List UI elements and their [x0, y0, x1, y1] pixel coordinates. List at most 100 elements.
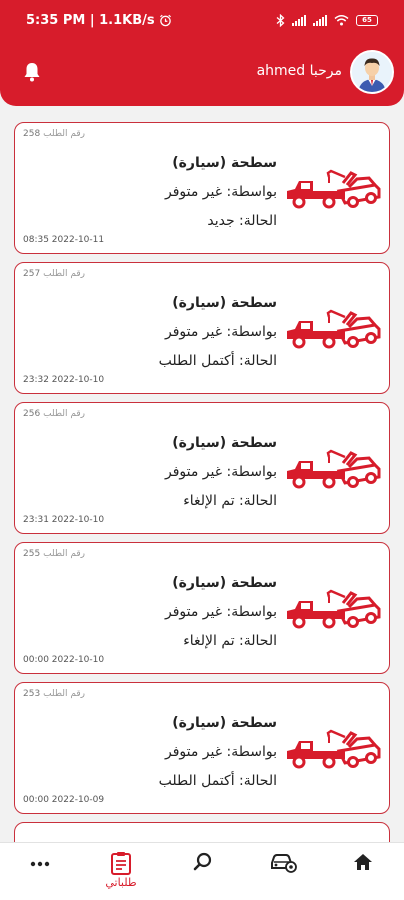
bell-icon[interactable] [20, 60, 44, 84]
order-card[interactable]: رقم الطلب 258 سطحة (سيارة) بواسطة: غير م… [14, 122, 390, 254]
order-number: رقم الطلب 256 [23, 409, 85, 419]
order-number-value: 255 [23, 549, 41, 559]
status-left: 5:35 PM | 1.1KB/s [26, 13, 172, 28]
order-date: 00:00 2022-10-09 [23, 795, 105, 805]
provider-label: بواسطة: [226, 464, 277, 480]
status-label: الحالة: [239, 633, 277, 649]
provider-value: غير متوفر [164, 744, 223, 760]
order-number-label: رقم الطلب [43, 689, 86, 699]
clipboard-icon [111, 852, 131, 875]
status-line: الحالة: جديد [165, 207, 277, 236]
provider-line: بواسطة: غير متوفر [159, 738, 277, 767]
bluetooth-icon [276, 13, 285, 27]
status-value: جديد [207, 213, 235, 229]
battery-level: 65 [362, 16, 372, 24]
status-label: الحالة: [239, 353, 277, 369]
order-details: سطحة (سيارة) بواسطة: غير متوفر الحالة: أ… [159, 709, 277, 796]
nav-my-orders-label: طلباتي [105, 876, 137, 889]
nav-home[interactable] [338, 851, 388, 895]
service-title: سطحة (سيارة) [172, 295, 277, 311]
status-line: الحالة: تم الإلغاء [165, 487, 277, 516]
signal-icon-2 [313, 14, 327, 26]
battery-icon: 65 [356, 14, 378, 26]
order-number-label: رقم الطلب [43, 409, 86, 419]
bottom-nav: طلباتي [0, 842, 404, 900]
search-icon [193, 852, 212, 871]
nav-search[interactable] [178, 851, 228, 895]
status-bar: 5:35 PM | 1.1KB/s 65 [0, 0, 404, 40]
order-number-label: رقم الطلب [43, 549, 86, 559]
provider-label: بواسطة: [226, 604, 277, 620]
order-card-partial[interactable] [14, 822, 390, 842]
status-time: 5:35 PM | 1.1KB/s [26, 12, 155, 28]
greeting: ahmed مرحبا [257, 63, 342, 79]
top-bar: ahmed مرحبا [0, 46, 404, 98]
order-date: 23:31 2022-10-10 [23, 515, 105, 525]
nav-my-orders[interactable]: طلباتي [96, 851, 146, 895]
status-label: الحالة: [239, 213, 277, 229]
order-number: رقم الطلب 255 [23, 549, 85, 559]
provider-value: غير متوفر [164, 324, 223, 340]
user-avatar-icon [352, 52, 392, 92]
order-card[interactable]: رقم الطلب 256 سطحة (سيارة) بواسطة: غير م… [14, 402, 390, 534]
status-label: الحالة: [239, 773, 277, 789]
provider-value: غير متوفر [164, 464, 223, 480]
order-details: سطحة (سيارة) بواسطة: غير متوفر الحالة: ت… [165, 429, 277, 516]
provider-value: غير متوفر [164, 604, 223, 620]
tow-truck-icon [287, 309, 381, 349]
user-name: ahmed [256, 63, 306, 79]
provider-label: بواسطة: [226, 184, 277, 200]
car-settings-icon [271, 854, 297, 873]
order-number-value: 258 [23, 129, 41, 139]
tow-truck-icon [287, 729, 381, 769]
home-icon [354, 854, 372, 870]
nav-car-services[interactable] [258, 851, 308, 895]
status-right: 65 [276, 13, 378, 27]
order-number-value: 253 [23, 689, 41, 699]
provider-value: غير متوفر [164, 184, 223, 200]
order-number-label: رقم الطلب [43, 269, 86, 279]
provider-line: بواسطة: غير متوفر [159, 318, 277, 347]
service-title: سطحة (سيارة) [172, 435, 277, 451]
avatar[interactable] [350, 50, 394, 94]
nav-more[interactable] [15, 851, 65, 895]
tow-truck-icon [287, 589, 381, 629]
order-number-value: 257 [23, 269, 41, 279]
order-details: سطحة (سيارة) بواسطة: غير متوفر الحالة: ج… [165, 149, 277, 236]
orders-list[interactable]: رقم الطلب 258 سطحة (سيارة) بواسطة: غير م… [0, 106, 404, 842]
order-details: سطحة (سيارة) بواسطة: غير متوفر الحالة: أ… [159, 289, 277, 376]
tow-truck-icon [287, 169, 381, 209]
order-number-label: رقم الطلب [43, 129, 86, 139]
order-details: سطحة (سيارة) بواسطة: غير متوفر الحالة: ت… [165, 569, 277, 656]
app-header: 5:35 PM | 1.1KB/s 65 ahmed مرحبا [0, 0, 404, 106]
status-line: الحالة: أكتمل الطلب [159, 347, 277, 376]
status-value: تم الإلغاء [183, 493, 235, 509]
provider-label: بواسطة: [226, 324, 277, 340]
wifi-icon [334, 15, 349, 26]
order-card[interactable]: رقم الطلب 253 سطحة (سيارة) بواسطة: غير م… [14, 682, 390, 814]
more-dots-icon [30, 861, 50, 867]
service-title: سطحة (سيارة) [172, 715, 277, 731]
order-card[interactable]: رقم الطلب 255 سطحة (سيارة) بواسطة: غير م… [14, 542, 390, 674]
order-number: رقم الطلب 253 [23, 689, 85, 699]
order-date: 00:00 2022-10-10 [23, 655, 105, 665]
order-date: 23:32 2022-10-10 [23, 375, 105, 385]
provider-label: بواسطة: [226, 744, 277, 760]
status-value: أكتمل الطلب [158, 773, 235, 789]
order-date: 08:35 2022-10-11 [23, 235, 105, 245]
order-card[interactable]: رقم الطلب 257 سطحة (سيارة) بواسطة: غير م… [14, 262, 390, 394]
signal-icon [292, 14, 306, 26]
status-line: الحالة: أكتمل الطلب [159, 767, 277, 796]
provider-line: بواسطة: غير متوفر [165, 598, 277, 627]
status-line: الحالة: تم الإلغاء [165, 627, 277, 656]
status-label: الحالة: [239, 493, 277, 509]
order-number: رقم الطلب 257 [23, 269, 85, 279]
alarm-icon [159, 14, 171, 26]
service-title: سطحة (سيارة) [172, 575, 277, 591]
status-value: تم الإلغاء [183, 633, 235, 649]
service-title: سطحة (سيارة) [172, 155, 277, 171]
greeting-prefix: مرحبا [309, 63, 342, 79]
order-number: رقم الطلب 258 [23, 129, 85, 139]
provider-line: بواسطة: غير متوفر [165, 458, 277, 487]
tow-truck-icon [287, 449, 381, 489]
